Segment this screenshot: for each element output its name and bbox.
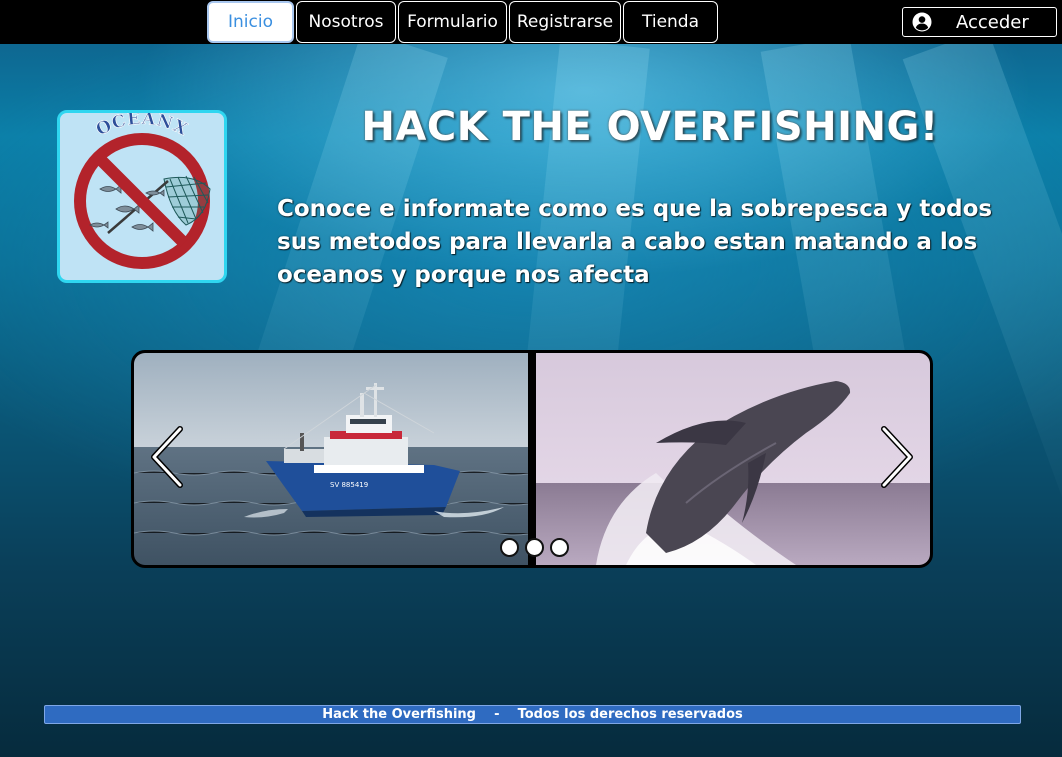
- chevron-left-icon[interactable]: [148, 425, 188, 489]
- footer-site-name: Hack the Overfishing: [322, 707, 476, 722]
- footer-bar: Hack the Overfishing - Todos los derecho…: [44, 705, 1021, 724]
- nav-item-formulario[interactable]: Formulario: [398, 1, 507, 43]
- hero-description: Conoce e informate como es que la sobrep…: [277, 196, 993, 288]
- oceanx-logo: OCEANX: [57, 110, 227, 283]
- boat-registration: SV 885419: [330, 481, 368, 489]
- carousel-dot-2[interactable]: [525, 538, 544, 557]
- whale-image: [536, 353, 930, 565]
- nav-item-registrarse[interactable]: Registrarse: [509, 1, 621, 43]
- slide-fishing-boat: SV 885419: [134, 353, 528, 565]
- carousel-indicators: [500, 538, 569, 557]
- nav-item-tienda[interactable]: Tienda: [623, 1, 718, 43]
- footer-copyright: Todos los derechos reservados: [517, 707, 743, 722]
- carousel-dot-3[interactable]: [550, 538, 569, 557]
- nav-item-nosotros[interactable]: Nosotros: [296, 1, 396, 43]
- carousel-dot-1[interactable]: [500, 538, 519, 557]
- page-title: HACK THE OVERFISHING!: [361, 104, 939, 150]
- fishing-boat-image: SV 885419: [134, 353, 528, 565]
- image-carousel: SV 885419: [131, 350, 933, 568]
- slide-divider: [528, 353, 536, 565]
- login-button[interactable]: Acceder: [902, 7, 1057, 37]
- top-navbar: Inicio Nosotros Formulario Registrarse T…: [0, 0, 1062, 44]
- chevron-right-icon[interactable]: [876, 425, 916, 489]
- slide-whale: [536, 353, 930, 565]
- login-button-label: Acceder: [956, 11, 1029, 33]
- nav-item-inicio[interactable]: Inicio: [207, 1, 294, 43]
- no-fishing-net-icon: OCEANX: [74, 113, 211, 269]
- user-circle-icon: [912, 12, 932, 32]
